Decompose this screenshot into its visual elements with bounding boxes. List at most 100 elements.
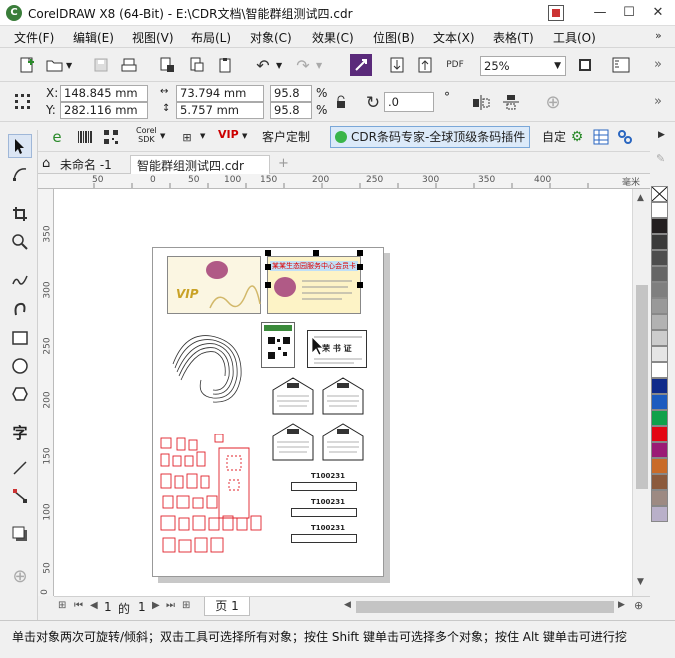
selection-handle[interactable] bbox=[357, 264, 363, 270]
horizontal-scroll-thumb[interactable] bbox=[356, 601, 614, 613]
zoom-tool-icon[interactable] bbox=[8, 230, 32, 254]
crop-tool-icon[interactable] bbox=[8, 202, 32, 226]
selection-handle[interactable] bbox=[265, 264, 271, 270]
docker-expand-icon[interactable]: ▶ bbox=[658, 130, 665, 140]
shape-dropdown-icon[interactable]: ▼ bbox=[200, 132, 205, 140]
link-icon[interactable] bbox=[614, 126, 636, 148]
width-input[interactable]: 73.794 mm bbox=[176, 85, 264, 102]
eyedropper-icon[interactable]: ✎ bbox=[656, 152, 665, 165]
import-arrow-icon[interactable] bbox=[386, 54, 408, 76]
scroll-up-icon[interactable]: ▲ bbox=[637, 193, 644, 203]
save-icon[interactable] bbox=[90, 54, 112, 76]
color-swatch[interactable] bbox=[651, 330, 668, 346]
height-input[interactable]: 5.757 mm bbox=[176, 102, 264, 119]
print-icon[interactable] bbox=[118, 54, 140, 76]
color-swatch[interactable] bbox=[651, 426, 668, 442]
vip-dropdown-icon[interactable]: ▼ bbox=[242, 132, 247, 140]
add-preset-icon[interactable]: ⊕ bbox=[542, 91, 564, 113]
mirror-vertical-icon[interactable] bbox=[500, 91, 522, 113]
connector-tool-icon[interactable] bbox=[8, 484, 32, 508]
undo-dropdown-icon[interactable]: ▼ bbox=[276, 61, 282, 70]
open-folder-icon[interactable] bbox=[44, 54, 66, 76]
first-page-icon[interactable]: ⏮ bbox=[74, 600, 83, 611]
color-swatch[interactable] bbox=[651, 506, 668, 522]
color-swatch[interactable] bbox=[651, 202, 668, 218]
drop-shadow-tool-icon[interactable] bbox=[8, 522, 32, 546]
import-icon[interactable] bbox=[156, 54, 178, 76]
redo-dropdown-icon[interactable]: ▼ bbox=[316, 61, 322, 70]
color-swatch[interactable] bbox=[651, 250, 668, 266]
settings-gear-icon[interactable]: ⚙ bbox=[566, 126, 588, 148]
menu-view[interactable]: 视图(V) bbox=[132, 29, 174, 46]
ellipse-tool-icon[interactable] bbox=[8, 354, 32, 378]
vertical-scroll-thumb[interactable] bbox=[636, 285, 648, 489]
scale-width-input[interactable]: 95.8 bbox=[270, 85, 312, 102]
table-icon[interactable] bbox=[590, 126, 612, 148]
color-swatch[interactable] bbox=[651, 218, 668, 234]
menu-file[interactable]: 文件(F) bbox=[14, 29, 54, 46]
shape-tool-icon[interactable] bbox=[8, 162, 32, 186]
scroll-down-icon[interactable]: ▼ bbox=[637, 577, 644, 587]
selection-handle[interactable] bbox=[357, 250, 363, 256]
new-document-icon[interactable] bbox=[16, 54, 38, 76]
minimize-button[interactable]: — bbox=[588, 3, 612, 23]
polygon-tool-icon[interactable] bbox=[8, 382, 32, 406]
selection-handle[interactable] bbox=[265, 282, 271, 288]
next-page-icon[interactable]: ▶ bbox=[152, 600, 160, 611]
home-icon[interactable]: ⌂ bbox=[42, 156, 50, 171]
vertical-ruler[interactable]: 350 300 250 200 150 100 50 0 bbox=[38, 189, 54, 596]
hanging-tags-group[interactable] bbox=[271, 376, 369, 472]
selection-handle[interactable] bbox=[313, 250, 319, 256]
qrcode-icon[interactable] bbox=[100, 126, 122, 148]
no-color-swatch[interactable] bbox=[651, 186, 668, 202]
add-page-after-icon[interactable]: ⊞ bbox=[182, 600, 190, 611]
color-swatch[interactable] bbox=[651, 490, 668, 506]
menu-effects[interactable]: 效果(C) bbox=[312, 29, 354, 46]
scale-height-input[interactable]: 95.8 bbox=[270, 102, 312, 119]
app-menu-icon[interactable] bbox=[548, 5, 564, 21]
menu-bitmaps[interactable]: 位图(B) bbox=[373, 29, 415, 46]
menu-edit[interactable]: 编辑(E) bbox=[73, 29, 114, 46]
color-swatch[interactable] bbox=[651, 346, 668, 362]
last-page-icon[interactable]: ⏭ bbox=[166, 600, 175, 611]
menu-overflow-icon[interactable]: » bbox=[655, 29, 669, 43]
mirror-horizontal-icon[interactable] bbox=[470, 91, 492, 113]
close-button[interactable]: ✕ bbox=[646, 3, 670, 23]
freehand-tool-icon[interactable] bbox=[8, 268, 32, 292]
barcode-plugin-button[interactable]: CDR条码专家-全球顶级条码插件 bbox=[330, 126, 530, 148]
color-swatch[interactable] bbox=[651, 410, 668, 426]
rotation-angle-input[interactable]: .0 bbox=[384, 92, 434, 112]
color-swatch[interactable] bbox=[651, 298, 668, 314]
qrcode-label[interactable] bbox=[261, 322, 295, 368]
color-swatch[interactable] bbox=[651, 282, 668, 298]
customize-button[interactable]: 自定 bbox=[542, 128, 566, 145]
lock-ratio-icon[interactable] bbox=[330, 91, 352, 113]
color-swatch[interactable] bbox=[651, 394, 668, 410]
horizontal-ruler[interactable]: 50 0 50 100 150 200 250 300 350 400 毫米 bbox=[38, 174, 650, 189]
publish-pdf-icon[interactable]: PDF bbox=[444, 54, 466, 76]
spiral-coil-shape[interactable] bbox=[167, 328, 247, 408]
color-swatch[interactable] bbox=[651, 234, 668, 250]
sdk-dropdown-icon[interactable]: ▼ bbox=[160, 132, 165, 140]
menu-layout[interactable]: 布局(L) bbox=[191, 29, 231, 46]
barcode-icon[interactable] bbox=[74, 126, 96, 148]
corel-sdk-button[interactable]: Corel SDK bbox=[136, 126, 157, 144]
corel-connect-icon[interactable] bbox=[350, 54, 372, 76]
color-swatch[interactable] bbox=[651, 474, 668, 490]
parallel-dimension-tool-icon[interactable] bbox=[8, 456, 32, 480]
add-page-before-icon[interactable]: ⊞ bbox=[58, 600, 66, 611]
ruler-options-icon[interactable] bbox=[610, 54, 632, 76]
open-dropdown-icon[interactable]: ▼ bbox=[66, 61, 72, 70]
color-swatch[interactable] bbox=[651, 378, 668, 394]
prev-page-icon[interactable]: ◀ bbox=[90, 600, 98, 611]
drawing-canvas[interactable]: VIP 某某生态园服务中心会员卡 荣 书 证 T100231 T100231 T… bbox=[54, 189, 632, 596]
add-tool-icon[interactable]: ⊕ bbox=[8, 564, 32, 588]
vip-button[interactable]: VIP bbox=[218, 128, 239, 141]
color-swatch[interactable] bbox=[651, 266, 668, 282]
property-overflow-icon[interactable]: » bbox=[654, 94, 662, 109]
color-swatch[interactable] bbox=[651, 362, 668, 378]
document-page[interactable]: VIP 某某生态园服务中心会员卡 荣 书 证 T100231 T100231 T… bbox=[152, 247, 384, 577]
x-position-input[interactable]: 148.845 mm bbox=[60, 85, 148, 102]
full-screen-icon[interactable] bbox=[574, 54, 596, 76]
color-swatch[interactable] bbox=[651, 314, 668, 330]
